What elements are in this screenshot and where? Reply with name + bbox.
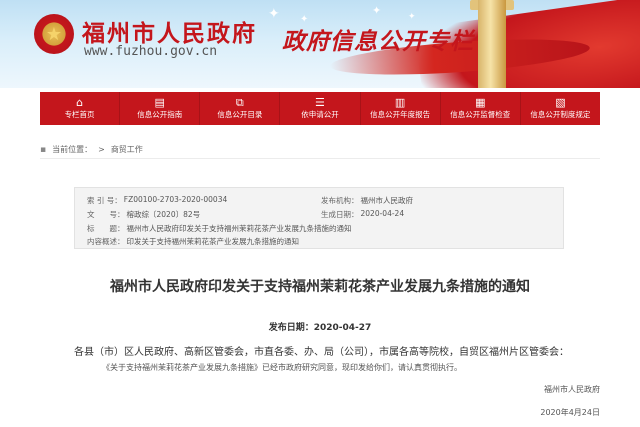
article-body: 《关于支持福州茉莉花茶产业发展九条措施》已经市政府研究同意，现印发给你们，请认真… xyxy=(102,363,462,372)
nav-label: 信息公开制度规定 xyxy=(530,109,591,119)
pillar-decoration xyxy=(478,0,506,88)
nav-item-apply[interactable]: ☰ 依申请公开 xyxy=(280,92,361,125)
regulation-icon: ▧ xyxy=(555,95,566,109)
catalog-icon: ⧉ xyxy=(235,95,244,109)
info-label: 标 题： xyxy=(87,224,125,233)
nav-label: 依申请公开 xyxy=(301,109,339,119)
site-name[interactable]: 福州市人民政府 xyxy=(82,14,257,48)
info-label: 索 引 号： xyxy=(87,196,122,205)
info-value: 榕政综〔2020〕82号 xyxy=(126,210,201,219)
article-sign-date: 2020年4月24日 xyxy=(540,408,600,417)
nav-item-home[interactable]: ⌂ 专栏首页 xyxy=(40,92,121,125)
article-recipient: 各县（市）区人民政府、高新区管委会，市直各委、办、局（公司），市属各高等院校，自… xyxy=(74,347,569,358)
home-icon: ⌂ xyxy=(76,95,84,109)
info-value: 印发关于支持福州茉莉花茶产业发展九条措施的通知 xyxy=(126,237,300,246)
document-info-box: 索 引 号： FZ00100-2703-2020-00034 发布机构： 福州市… xyxy=(74,187,564,249)
info-row-title: 标 题： 福州市人民政府印发关于支持福州茉莉花茶产业发展九条措施的通知 xyxy=(87,223,352,234)
location-icon: ▪ xyxy=(40,144,47,155)
info-label: 发布机构： xyxy=(321,196,359,205)
breadcrumb-current[interactable]: 商贸工作 xyxy=(111,144,143,155)
guide-icon: ▤ xyxy=(154,95,165,109)
info-label: 内容概述： xyxy=(87,237,125,246)
header-banner: ✦ ✦ ✦ ✦ ★ 福州市人民政府 www.fuzhou.gov.cn 政府信息… xyxy=(0,0,640,88)
nav-item-annual-report[interactable]: ▥ 信息公开年度报告 xyxy=(361,92,441,125)
info-row-index: 索 引 号： FZ00100-2703-2020-00034 xyxy=(87,195,227,206)
breadcrumb: ▪ 当前位置： > 商贸工作 xyxy=(40,141,600,159)
breadcrumb-separator: > xyxy=(98,145,105,154)
info-row-summary: 内容概述： 印发关于支持福州茉莉花茶产业发展九条措施的通知 xyxy=(87,236,299,247)
nav-item-catalog[interactable]: ⧉ 信息公开目录 xyxy=(200,92,281,125)
info-value: FZ00100-2703-2020-00034 xyxy=(123,195,228,204)
main-nav: ⌂ 专栏首页 ▤ 信息公开指南 ⧉ 信息公开目录 ☰ 依申请公开 ▥ 信息公开年… xyxy=(40,92,600,125)
info-row-agency: 发布机构： 福州市人民政府 xyxy=(321,195,413,206)
supervision-icon: ▦ xyxy=(475,95,486,109)
nav-label: 信息公开监督检查 xyxy=(450,109,511,119)
info-row-date: 生成日期： 2020-04-24 xyxy=(321,209,404,220)
info-label: 文 号： xyxy=(87,210,125,219)
site-url: www.fuzhou.gov.cn xyxy=(84,44,218,59)
nav-label: 信息公开年度报告 xyxy=(370,109,431,119)
dove-icon: ✦ xyxy=(268,6,280,22)
nav-item-regulation[interactable]: ▧ 信息公开制度规定 xyxy=(521,92,600,125)
nav-label: 信息公开指南 xyxy=(137,109,183,119)
nav-item-guide[interactable]: ▤ 信息公开指南 xyxy=(120,92,201,125)
dove-icon: ✦ xyxy=(372,4,382,17)
article-signer: 福州市人民政府 xyxy=(544,385,600,394)
info-row-docno: 文 号： 榕政综〔2020〕82号 xyxy=(87,209,200,220)
nav-item-supervision[interactable]: ▦ 信息公开监督检查 xyxy=(441,92,521,125)
special-column-title: 政府信息公开专栏 xyxy=(282,29,474,55)
info-value: 福州市人民政府印发关于支持福州茉莉花茶产业发展九条措施的通知 xyxy=(126,224,352,233)
publish-date: 发布日期：2020-04-27 xyxy=(268,323,372,333)
national-emblem-icon: ★ xyxy=(34,14,74,54)
article-title: 福州市人民政府印发关于支持福州茉莉花茶产业发展九条措施的通知 xyxy=(110,279,530,295)
nav-label: 专栏首页 xyxy=(64,109,95,119)
info-label: 生成日期： xyxy=(321,210,359,219)
apply-icon: ☰ xyxy=(315,95,325,109)
info-value: 福州市人民政府 xyxy=(360,196,414,205)
dove-icon: ✦ xyxy=(408,12,416,22)
nav-label: 信息公开目录 xyxy=(217,109,263,119)
info-value: 2020-04-24 xyxy=(360,209,405,218)
breadcrumb-prefix: 当前位置： xyxy=(52,145,93,154)
report-icon: ▥ xyxy=(394,95,406,109)
